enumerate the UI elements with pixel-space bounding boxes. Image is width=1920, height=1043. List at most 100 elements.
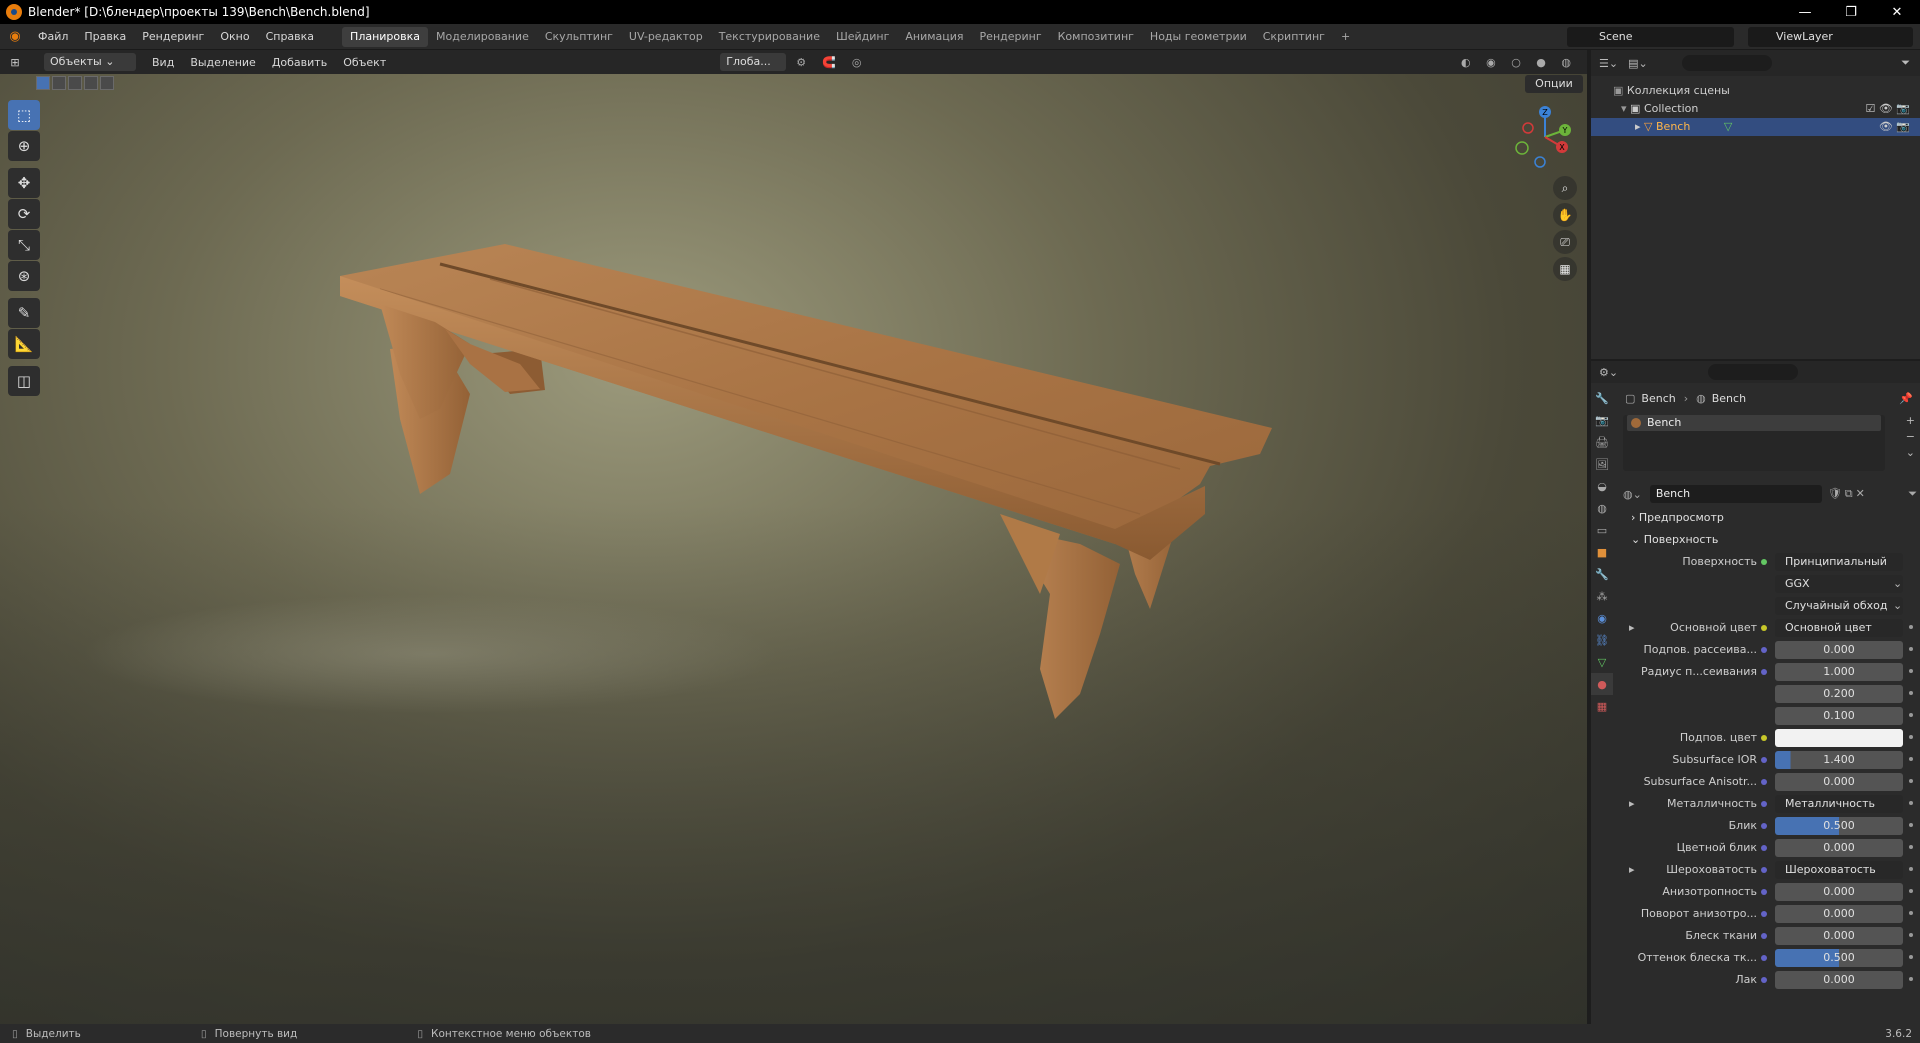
- properties-search-input[interactable]: [1708, 364, 1799, 380]
- rotate-tool-icon[interactable]: ⟳: [8, 199, 40, 229]
- keyframe-dot-icon[interactable]: [1909, 735, 1913, 739]
- outliner-collection[interactable]: ▾ ▣ Collection ☑ 👁 📷: [1591, 100, 1920, 118]
- property-value[interactable]: 0.500: [1775, 817, 1903, 835]
- particles-tab-icon[interactable]: ⁂: [1591, 585, 1613, 607]
- socket-icon[interactable]: [1761, 735, 1767, 741]
- data-tab-icon[interactable]: ▽: [1591, 651, 1613, 673]
- keyframe-dot-icon[interactable]: [1909, 713, 1913, 717]
- add-slot-button[interactable]: +: [1906, 413, 1915, 429]
- property-value[interactable]: 0.000: [1775, 839, 1903, 857]
- view-layer-tab-icon[interactable]: 🖼: [1591, 453, 1613, 475]
- pivot-icon[interactable]: ⚙: [796, 56, 806, 69]
- tab-rendering[interactable]: Рендеринг: [972, 27, 1050, 47]
- tab-sculpting[interactable]: Скульптинг: [537, 27, 621, 47]
- menu-edit[interactable]: Правка: [76, 30, 134, 43]
- properties-editor-icon[interactable]: ⚙⌄: [1599, 366, 1618, 379]
- tab-texture-paint[interactable]: Текстурирование: [711, 27, 828, 47]
- tab-animation[interactable]: Анимация: [897, 27, 971, 47]
- maximize-button[interactable]: ❐: [1828, 0, 1874, 24]
- menu-view[interactable]: Вид: [144, 56, 182, 69]
- physics-tab-icon[interactable]: ◉: [1591, 607, 1613, 629]
- keyframe-dot-icon[interactable]: [1909, 801, 1913, 805]
- keyframe-dot-icon[interactable]: [1909, 889, 1913, 893]
- outliner-scene-collection[interactable]: ▣ Коллекция сцены: [1591, 82, 1920, 100]
- filter-icon[interactable]: ⏷: [1901, 56, 1910, 70]
- tab-uv-editing[interactable]: UV-редактор: [621, 27, 711, 47]
- object-visibility-icons[interactable]: 👁 📷: [1879, 118, 1910, 136]
- modifier-tab-icon[interactable]: 🔧: [1591, 563, 1613, 585]
- property-value[interactable]: 0.000: [1775, 905, 1903, 923]
- property-value[interactable]: GGX: [1775, 575, 1903, 593]
- transform-tool-icon[interactable]: ⊛: [8, 261, 40, 291]
- view-layer-selector[interactable]: ViewLayer: [1748, 27, 1913, 47]
- gizmo-neg-x-axis[interactable]: [1522, 122, 1534, 134]
- menu-render[interactable]: Рендеринг: [134, 30, 212, 43]
- navigation-gizmo[interactable]: Z Y X: [1510, 102, 1580, 172]
- tab-geometry-nodes[interactable]: Ноды геометрии: [1142, 27, 1255, 47]
- menu-file[interactable]: Файл: [30, 30, 76, 43]
- proportional-edit-icon[interactable]: ◎: [852, 56, 862, 69]
- slot-menu-button[interactable]: ⌄: [1906, 445, 1915, 461]
- render-tab-icon[interactable]: 📷: [1591, 409, 1613, 431]
- constraints-tab-icon[interactable]: ⛓: [1591, 629, 1613, 651]
- pan-hand-icon[interactable]: ✋: [1553, 203, 1577, 227]
- keyframe-dot-icon[interactable]: [1909, 691, 1913, 695]
- select-intersect-icon[interactable]: [100, 76, 114, 90]
- material-tab-icon[interactable]: ●: [1591, 673, 1613, 695]
- tab-modeling[interactable]: Моделирование: [428, 27, 537, 47]
- menu-window[interactable]: Окно: [212, 30, 257, 43]
- tab-scripting[interactable]: Скриптинг: [1255, 27, 1333, 47]
- material-actions-icons[interactable]: 🛡⧉✕: [1828, 487, 1868, 501]
- display-mode-icon[interactable]: ▤⌄: [1628, 57, 1648, 70]
- camera-icon[interactable]: ⎚: [1553, 230, 1577, 254]
- socket-icon[interactable]: [1761, 867, 1767, 873]
- add-cube-tool-icon[interactable]: ◫: [8, 366, 40, 396]
- keyframe-dot-icon[interactable]: [1909, 823, 1913, 827]
- expand-arrow-icon[interactable]: ▸: [1629, 859, 1635, 881]
- keyframe-dot-icon[interactable]: [1909, 757, 1913, 761]
- scale-tool-icon[interactable]: ⤡: [8, 230, 40, 260]
- material-slot-item[interactable]: Bench: [1627, 415, 1881, 431]
- expand-arrow-icon[interactable]: ▾: [1621, 102, 1627, 115]
- keyframe-dot-icon[interactable]: [1909, 625, 1913, 629]
- socket-icon[interactable]: [1761, 955, 1767, 961]
- close-button[interactable]: ✕: [1874, 0, 1920, 24]
- select-tool-icon[interactable]: ⬚: [8, 100, 40, 130]
- tab-compositing[interactable]: Композитинг: [1050, 27, 1142, 47]
- property-value[interactable]: [1775, 729, 1903, 747]
- socket-icon[interactable]: [1761, 823, 1767, 829]
- socket-icon[interactable]: [1761, 757, 1767, 763]
- pin-icon[interactable]: 📌: [1899, 392, 1913, 405]
- blender-menu-icon[interactable]: ◉: [0, 29, 30, 44]
- move-tool-icon[interactable]: ✥: [8, 168, 40, 198]
- bench-model[interactable]: [0, 74, 1587, 1024]
- cursor-tool-icon[interactable]: ⊕: [8, 131, 40, 161]
- tool-tab-icon[interactable]: 🔧: [1591, 387, 1613, 409]
- visibility-icons[interactable]: ☑ 👁 📷: [1865, 100, 1910, 118]
- tab-layout[interactable]: Планировка: [342, 26, 429, 47]
- browse-material-icon[interactable]: ◍⌄: [1623, 488, 1642, 501]
- mode-dropdown[interactable]: Объекты ⌄: [44, 53, 136, 71]
- menu-select[interactable]: Выделение: [182, 56, 264, 69]
- socket-icon[interactable]: [1761, 801, 1767, 807]
- tab-shading[interactable]: Шейдинг: [828, 27, 897, 47]
- scene-selector[interactable]: Scene: [1567, 27, 1734, 47]
- orientation-dropdown[interactable]: Глоба...: [720, 53, 787, 71]
- socket-icon[interactable]: [1761, 977, 1767, 983]
- remove-slot-button[interactable]: −: [1906, 429, 1915, 445]
- property-value[interactable]: 0.000: [1775, 883, 1903, 901]
- property-value[interactable]: 0.100: [1775, 707, 1903, 725]
- property-value[interactable]: 1.000: [1775, 663, 1903, 681]
- expand-arrow-icon[interactable]: ▸: [1629, 617, 1635, 639]
- property-value[interactable]: 0.500: [1775, 949, 1903, 967]
- socket-icon[interactable]: [1761, 559, 1767, 565]
- property-value[interactable]: Металличность: [1775, 795, 1903, 813]
- editor-type-icon[interactable]: ⊞: [0, 56, 30, 69]
- minimize-button[interactable]: —: [1782, 0, 1828, 24]
- menu-object[interactable]: Объект: [335, 56, 394, 69]
- select-extend-icon[interactable]: [52, 76, 66, 90]
- property-value[interactable]: 0.000: [1775, 773, 1903, 791]
- output-tab-icon[interactable]: 🖨: [1591, 431, 1613, 453]
- keyframe-dot-icon[interactable]: [1909, 911, 1913, 915]
- scene-tab-icon[interactable]: ◒: [1591, 475, 1613, 497]
